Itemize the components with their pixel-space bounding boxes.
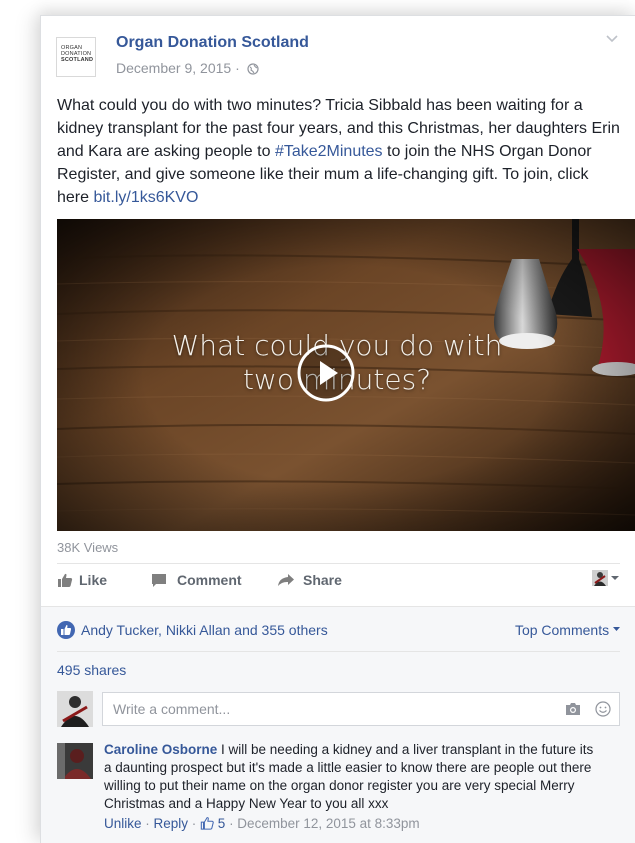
view-count: 38K Views [57,540,119,555]
post-text: What could you do with two minutes? Tric… [57,94,623,209]
hashtag-link[interactable]: #Take2Minutes [275,143,383,160]
comments-section: Andy Tucker, Nikki Allan and 355 others … [41,606,635,843]
thumbs-up-icon [200,817,214,830]
comment-icon [152,573,166,587]
post-date[interactable]: December 9, 2015 · [116,60,240,76]
comment-timestamp: · December 12, 2015 at 8:33pm [225,816,420,831]
share-button[interactable]: Share [277,572,342,588]
smile-icon[interactable] [595,701,611,717]
comment-label: Comment [177,572,242,588]
comment-composer: Write a comment... [57,689,620,729]
separator: · [188,816,201,831]
reply-button[interactable]: Reply [154,816,189,831]
share-icon [278,574,294,586]
like-label: Like [79,572,108,588]
comment-author[interactable]: Caroline Osborne [104,742,217,757]
chevron-down-icon [611,576,619,580]
page-logo[interactable]: ORGAN DONATION SCOTLAND [56,37,96,77]
camera-icon[interactable] [565,702,581,716]
separator: · [141,816,154,831]
thumbs-up-icon [58,573,73,587]
top-comments-dropdown[interactable]: Top Comments [515,622,620,638]
chevron-down-icon[interactable] [605,34,619,44]
like-button[interactable]: Like [57,572,107,588]
top-comments-label: Top Comments [514,622,610,638]
comment-input[interactable]: Write a comment... [102,692,620,726]
avatar-icon [592,570,608,586]
page-name-link[interactable]: Organ Donation Scotland [116,34,309,52]
comment-placeholder: Write a comment... [113,701,231,717]
post-card: ORGAN DONATION SCOTLAND Organ Donation S… [40,15,635,843]
reactions-row: Andy Tucker, Nikki Allan and 355 others … [57,621,620,641]
post-meta: December 9, 2015 · [116,60,259,76]
logo-line-3: SCOTLAND [61,57,94,63]
action-bar: Like Comment Share [57,568,620,598]
shares-count[interactable]: 495 shares [57,662,126,678]
likers-list[interactable]: Andy Tucker, Nikki Allan and 355 others [81,622,328,638]
divider [57,651,620,652]
video-player[interactable]: What could you do with two minutes? [57,219,635,531]
avatar[interactable] [57,691,93,727]
avatar-image [57,743,93,779]
like-badge-icon [57,621,75,639]
globe-icon [247,63,259,75]
short-link[interactable]: bit.ly/1ks6KVO [93,189,198,206]
avatar[interactable] [57,743,93,779]
post-header: ORGAN DONATION SCOTLAND Organ Donation S… [56,34,621,82]
comment-button[interactable]: Comment [151,572,242,588]
play-icon[interactable] [296,343,356,403]
comment-body: Caroline Osborne I will be needing a kid… [104,741,604,833]
post-as-selector[interactable] [592,570,620,586]
avatar-image [57,691,93,727]
unlike-button[interactable]: Unlike [104,816,142,831]
comment-actions: Unlike · Reply · 5 · December 12, 2015 a… [104,815,604,833]
divider [57,563,620,564]
chevron-down-icon [613,627,620,631]
share-label: Share [303,572,342,588]
comment-like-count[interactable]: 5 [200,816,225,831]
